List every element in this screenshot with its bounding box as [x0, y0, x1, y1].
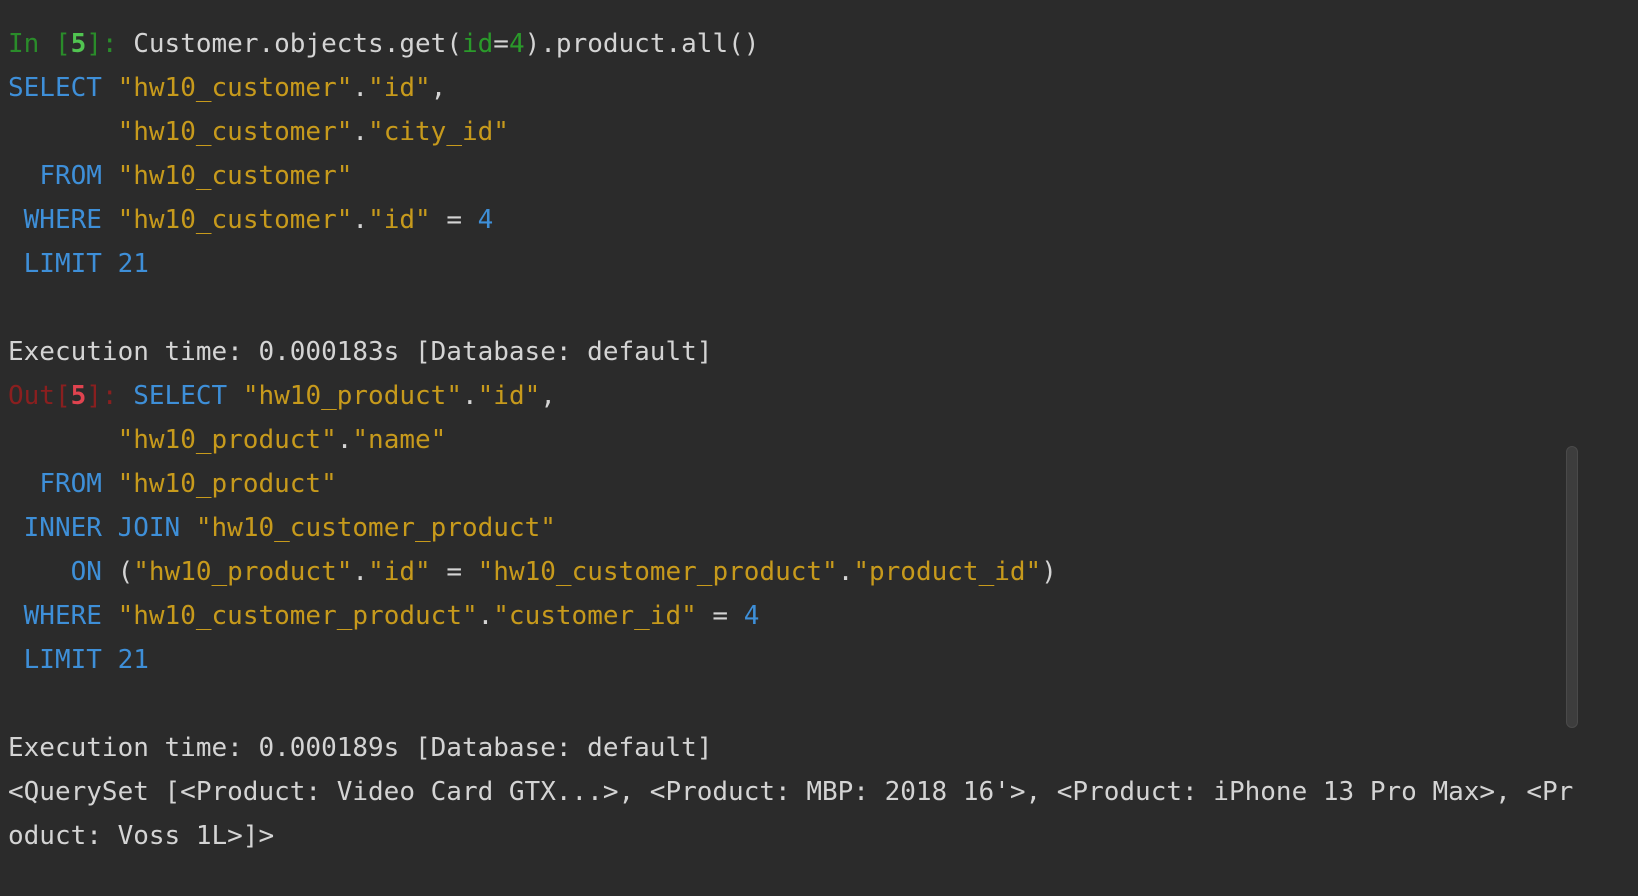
scrollbar-thumb[interactable] — [1566, 446, 1578, 728]
sql-equals: = — [696, 601, 744, 631]
sql-table: "hw10_customer" — [117, 117, 353, 147]
output-line: Out[5]: SELECT "hw10_product"."id", — [8, 374, 1578, 418]
sql-keyword: FROM — [39, 469, 102, 499]
sql-keyword: ON — [70, 557, 102, 587]
sql1-column-line: "hw10_customer"."city_id" — [8, 110, 1578, 154]
code-arg-name: id — [461, 29, 494, 59]
sql-keyword: JOIN — [117, 513, 181, 543]
sql-dot: . — [352, 73, 369, 103]
in-prompt-close: ]: — [86, 29, 134, 59]
console-output[interactable]: In [5]: Customer.objects.get(id=4).produ… — [8, 22, 1578, 858]
sql-column: "customer_id" — [493, 601, 697, 631]
sql2-where-line: WHERE "hw10_customer_product"."customer_… — [8, 594, 1578, 638]
sql-keyword: WHERE — [23, 205, 102, 235]
sql-dot: . — [477, 601, 494, 631]
sql-keyword: SELECT — [8, 73, 102, 103]
sql-table: "hw10_customer_product" — [195, 513, 556, 543]
sql-number: 21 — [117, 249, 149, 279]
sql2-from-line: FROM "hw10_product" — [8, 462, 1578, 506]
sql-dot: . — [352, 557, 369, 587]
sql-table: "hw10_customer_product" — [477, 557, 838, 587]
sql-number: 4 — [477, 205, 494, 235]
sql-table: "hw10_product" — [242, 381, 462, 411]
out-prompt-close: ]: — [86, 381, 134, 411]
sql-number: 21 — [117, 645, 149, 675]
sql-keyword: WHERE — [23, 601, 102, 631]
sql-dot: . — [336, 425, 353, 455]
sql1-select-line: SELECT "hw10_customer"."id", — [8, 66, 1578, 110]
sql-paren: ( — [117, 557, 134, 587]
sql2-on-line: ON ("hw10_product"."id" = "hw10_customer… — [8, 550, 1578, 594]
sql-paren: ) — [1041, 557, 1057, 587]
queryset-result-line-2: oduct: Voss 1L>]> — [8, 821, 275, 851]
execution-time-2: Execution time: 0.000189s [Database: def… — [8, 733, 713, 763]
code-suffix: ).product.all() — [524, 29, 760, 59]
sql-comma: , — [430, 73, 447, 103]
input-line: In [5]: Customer.objects.get(id=4).produ… — [8, 22, 1578, 66]
sql-keyword: INNER — [23, 513, 102, 543]
out-cell-number: 5 — [70, 381, 87, 411]
sql-table: "hw10_customer" — [117, 73, 353, 103]
execution-time-1: Execution time: 0.000183s [Database: def… — [8, 337, 713, 367]
code-arg-value: 4 — [508, 29, 525, 59]
sql-table: "hw10_customer_product" — [117, 601, 478, 631]
sql2-join-line: INNER JOIN "hw10_customer_product" — [8, 506, 1578, 550]
sql-keyword: FROM — [39, 161, 102, 191]
code-prefix: Customer.objects.get( — [133, 29, 462, 59]
sql1-limit-line: LIMIT 21 — [8, 242, 1578, 286]
sql-column: "id" — [368, 557, 431, 587]
in-cell-number: 5 — [70, 29, 87, 59]
sql-dot: . — [461, 381, 478, 411]
queryset-result-line-1: <QuerySet [<Product: Video Card GTX...>,… — [8, 777, 1574, 807]
sql-equals: = — [430, 205, 478, 235]
in-prompt: In [ — [8, 29, 71, 59]
sql-keyword: LIMIT — [23, 249, 102, 279]
sql-column: "id" — [368, 205, 431, 235]
sql-column: "id" — [368, 73, 431, 103]
vertical-scrollbar[interactable] — [1562, 0, 1582, 896]
sql-dot: . — [837, 557, 854, 587]
sql-keyword: LIMIT — [23, 645, 102, 675]
sql-column: "city_id" — [368, 117, 509, 147]
sql-equals: = — [430, 557, 478, 587]
sql2-limit-line: LIMIT 21 — [8, 638, 1578, 682]
sql-column: "name" — [352, 425, 447, 455]
sql1-from-line: FROM "hw10_customer" — [8, 154, 1578, 198]
sql-column: "product_id" — [853, 557, 1042, 587]
sql2-column-line: "hw10_product"."name" — [8, 418, 1578, 462]
sql-column: "id" — [477, 381, 541, 411]
sql-comma: , — [540, 381, 556, 411]
out-prompt: Out[ — [8, 381, 71, 411]
sql-keyword: SELECT — [133, 381, 228, 411]
sql-number: 4 — [743, 601, 760, 631]
code-arg-eq: = — [493, 29, 509, 59]
sql1-where-line: WHERE "hw10_customer"."id" = 4 — [8, 198, 1578, 242]
sql-table: "hw10_product" — [117, 425, 337, 455]
sql-table: "hw10_product" — [133, 557, 353, 587]
sql-dot: . — [352, 117, 369, 147]
sql-table: "hw10_customer" — [117, 161, 353, 191]
sql-table: "hw10_customer" — [117, 205, 353, 235]
sql-dot: . — [352, 205, 369, 235]
sql-table: "hw10_product" — [117, 469, 337, 499]
